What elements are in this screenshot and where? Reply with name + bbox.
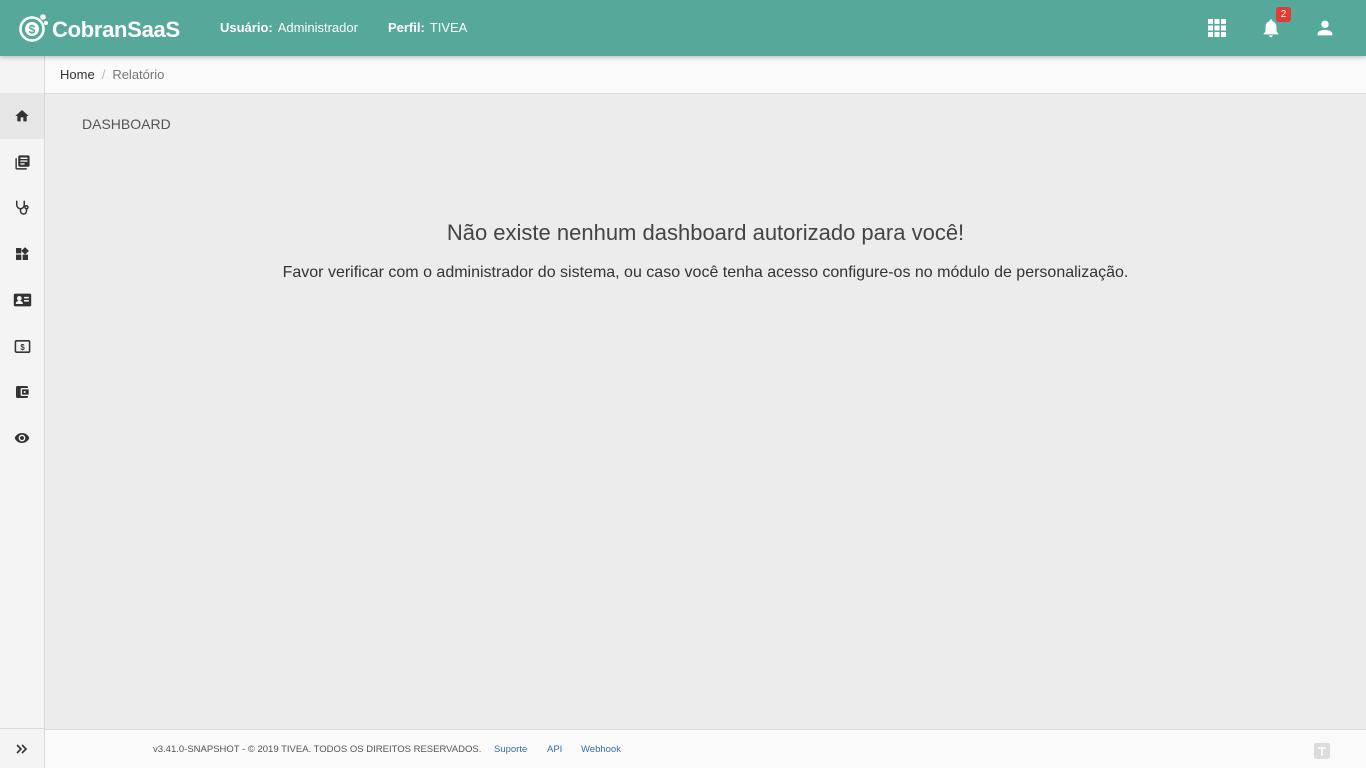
sidebar-item-health[interactable] <box>0 185 44 231</box>
footer-link-webhook[interactable]: Webhook <box>581 744 621 755</box>
sidebar-item-home[interactable] <box>0 93 44 139</box>
copyright-text: v3.41.0-SNAPSHOT - © 2019 TIVEA. TODOS O… <box>153 743 482 755</box>
svg-text:$: $ <box>20 343 25 352</box>
widgets-icon <box>16 247 29 260</box>
breadcrumb-current: Relatório <box>112 67 165 82</box>
svg-text:$: $ <box>29 23 36 37</box>
sidebar-item-reports[interactable] <box>0 139 44 185</box>
user-icon <box>1317 20 1333 36</box>
breadcrumb-home[interactable]: Home <box>60 67 95 82</box>
tivea-logo-icon <box>1314 743 1330 759</box>
profile-label: Perfil: <box>387 20 425 35</box>
library-books-icon <box>14 154 30 170</box>
footer: v3.41.0-SNAPSHOT - © 2019 TIVEA. TODOS O… <box>45 729 1366 768</box>
money-bill-icon: $ <box>14 339 30 353</box>
empty-state-title: Não existe nenhum dashboard autorizado p… <box>446 220 965 245</box>
top-bar: $ CobranSaaS Usuário: Administrador Perfi… <box>0 0 1366 56</box>
notifications-button[interactable]: 2 <box>1257 7 1291 42</box>
user-value: Administrador <box>277 20 358 35</box>
footer-link-support[interactable]: Suporte <box>494 744 527 755</box>
page-title: DASHBOARD <box>82 116 171 132</box>
user-label: Usuário: <box>220 20 273 35</box>
contact-card-icon <box>13 293 31 307</box>
user-info: Usuário: Administrador Perfil: TIVEA <box>220 20 467 35</box>
sidebar-item-billing[interactable]: $ <box>0 323 44 369</box>
wallet-icon <box>16 386 29 398</box>
stethoscope-icon <box>16 200 29 215</box>
footer-link-api[interactable]: API <box>547 744 562 755</box>
empty-state-message: Favor verificar com o administrador do s… <box>282 264 1129 281</box>
app-logo[interactable]: $ CobranSaaS <box>19 12 180 44</box>
profile-field: Perfil: TIVEA <box>388 20 467 35</box>
double-chevron-right-icon <box>16 743 28 754</box>
coin-logo-icon: $ <box>19 14 48 42</box>
sidebar: $ <box>0 56 45 768</box>
notification-badge: 2 <box>1276 7 1291 22</box>
eye-icon <box>14 433 30 443</box>
apps-grid-icon <box>1208 19 1226 37</box>
sidebar-item-widgets[interactable] <box>0 231 44 277</box>
profile-value: TIVEA <box>429 20 468 35</box>
sidebar-item-contacts[interactable] <box>0 277 44 323</box>
app-name: CobranSaaS <box>52 17 180 42</box>
user-field: Usuário: Administrador <box>220 20 358 35</box>
apps-button[interactable] <box>1203 14 1231 42</box>
user-menu-button[interactable] <box>1311 14 1339 42</box>
breadcrumb-separator: / <box>101 67 106 82</box>
home-icon <box>15 110 29 122</box>
breadcrumb: Home / Relatório <box>45 56 1366 94</box>
sidebar-item-wallet[interactable] <box>0 369 44 415</box>
sidebar-item-monitor[interactable] <box>0 415 44 461</box>
sidebar-expand-button[interactable] <box>0 728 44 768</box>
